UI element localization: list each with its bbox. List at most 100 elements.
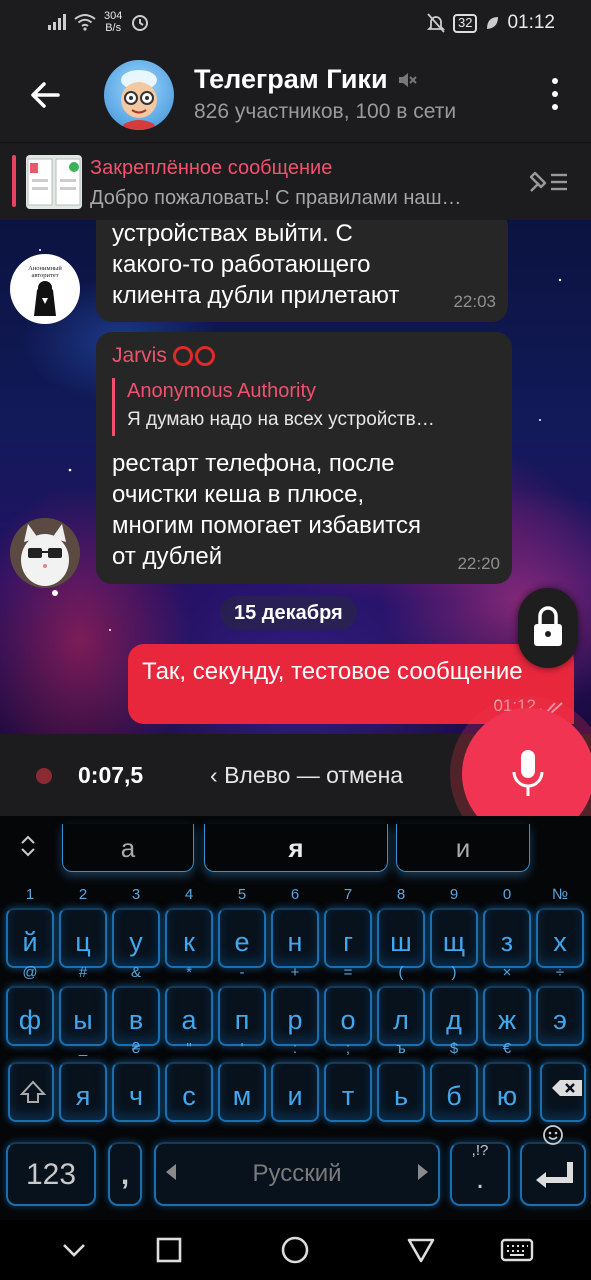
back-triangle-icon[interactable] [405, 1234, 437, 1266]
key-о[interactable]: = о [324, 964, 372, 1046]
key-й[interactable]: 1й [6, 886, 54, 968]
key-secondary-label: × [502, 964, 512, 981]
key-ы[interactable]: # ы [59, 964, 107, 1046]
slide-to-cancel[interactable]: ‹ Влево — отмена [210, 762, 403, 789]
pin-list-icon[interactable] [525, 167, 569, 197]
key-щ[interactable]: 9щ [430, 886, 478, 968]
avatar-caption: Анонимный [28, 265, 62, 272]
key-т[interactable]: ; т [324, 1040, 372, 1122]
key-secondary-label: 7 [343, 886, 353, 903]
net-speed-value: 304 [104, 10, 123, 22]
punct-hint: ,!? [471, 1142, 489, 1159]
message-2-sender[interactable]: Jarvis [112, 344, 215, 368]
chat-subtitle: 826 участников, 100 в сети [194, 100, 457, 123]
key-ю[interactable]: € ю [483, 1040, 531, 1122]
key-с[interactable]: " с [165, 1040, 213, 1122]
key-м[interactable]: ' м [218, 1040, 266, 1122]
key-ж[interactable]: × ж [483, 964, 531, 1046]
key-ц[interactable]: 2ц [59, 886, 107, 968]
suggestion-2[interactable]: я [204, 824, 388, 872]
key-secondary-label: ( [398, 964, 404, 981]
own-message-text: Так, секунду, тестовое сообщение [142, 658, 523, 685]
group-avatar[interactable] [104, 60, 174, 130]
message-bubble-1[interactable]: устройствах выйти. С какого-то работающе… [96, 220, 508, 322]
key-х[interactable]: № х [536, 886, 584, 968]
key-label: э [553, 1005, 567, 1035]
home-icon[interactable] [279, 1234, 311, 1266]
key-secondary-label: 2 [78, 886, 88, 903]
key-е[interactable]: 5е [218, 886, 266, 968]
comma-key-label: , [120, 1158, 130, 1191]
wifi-icon [74, 14, 96, 31]
net-speed-unit: B/s [105, 22, 122, 34]
recents-icon[interactable] [153, 1234, 185, 1266]
key-ч[interactable]: ₴ ч [112, 1040, 160, 1122]
key-а[interactable]: * а [165, 964, 213, 1046]
space-key[interactable]: Русский [154, 1142, 440, 1206]
key-secondary-label: ; [345, 1040, 351, 1057]
key-secondary-label: € [502, 1040, 512, 1057]
key-secondary-label: # [78, 964, 88, 981]
key-label: в [128, 1005, 144, 1035]
key-label: ц [75, 927, 91, 957]
key-ь[interactable]: ъь [377, 1040, 425, 1122]
key-label: щ [442, 927, 466, 957]
key-п[interactable]: -п [218, 964, 266, 1046]
cancel-hint-text: Влево — отмена [224, 762, 404, 788]
key-label: ы [73, 1005, 93, 1035]
sender-avatar-jarvis[interactable] [10, 518, 80, 588]
enter-key[interactable] [520, 1125, 586, 1206]
comma-key[interactable]: , [108, 1142, 142, 1206]
key-д[interactable]: ) д [430, 964, 478, 1046]
message-line: рестарт телефона, после [112, 450, 395, 477]
numbers-key-label: 123 [25, 1158, 77, 1191]
pinned-message-bar[interactable]: Закреплённое сообщение Добро пожаловать!… [0, 142, 591, 220]
key-и[interactable]: :и [271, 1040, 319, 1122]
key-з[interactable]: 0з [483, 886, 531, 968]
back-arrow-icon[interactable] [28, 78, 62, 112]
numbers-key[interactable]: 123 [6, 1142, 96, 1206]
status-right: 32 01:12 [426, 12, 555, 34]
status-left: 304 B/s [48, 10, 150, 34]
more-menu-icon[interactable] [551, 78, 559, 110]
key-secondary-label: * [186, 964, 192, 981]
chat-title[interactable]: Телеграм Гики [194, 64, 418, 95]
key-в[interactable]: & в [112, 964, 160, 1046]
backspace-key[interactable] [540, 1062, 586, 1122]
key-н[interactable]: 6н [271, 886, 319, 968]
key-ф[interactable]: @ ф [6, 964, 54, 1046]
enter-icon [536, 1162, 573, 1188]
sender-name: Jarvis [112, 344, 167, 367]
keyboard[interactable]: а я и 1 й 2 ц 3 у 4 к 5 е 6 н 7 г 8 ш 9 щ 0 з № х @ ф # ы & в * а - п + р… [0, 816, 591, 1220]
keyboard-switch-icon[interactable] [500, 1234, 534, 1266]
key-secondary-label: ) [451, 964, 457, 981]
message-bubble-2[interactable]: Jarvis Anonymous Authority Я думаю надо … [96, 332, 512, 584]
key-б[interactable]: $ б [430, 1040, 478, 1122]
key-э[interactable]: ÷ э [536, 964, 584, 1046]
chat-area[interactable]: устройствах выйти. С какого-то работающе… [0, 220, 591, 734]
key-label: ж [497, 1005, 517, 1035]
key-г[interactable]: 7г [324, 886, 372, 968]
reply-text: Я думаю надо на всех устройств… [127, 409, 435, 430]
key-ш[interactable]: 8ш [377, 886, 425, 968]
recording-lock-button[interactable] [518, 588, 578, 668]
leaf-icon [487, 17, 499, 29]
key-label: а [181, 1005, 197, 1035]
key-к[interactable]: 4к [165, 886, 213, 968]
key-я[interactable]: _ я [59, 1040, 107, 1122]
clock: 01:12 [507, 12, 555, 33]
hide-keyboard-icon[interactable] [58, 1234, 90, 1266]
chevron-left-icon: ‹ [210, 762, 225, 788]
key-л[interactable]: (л [377, 964, 425, 1046]
sender-avatar-anonymous[interactable]: Анонимный авторитет [10, 254, 80, 324]
expand-suggestions-icon[interactable] [18, 834, 38, 863]
key-у[interactable]: 3у [112, 886, 160, 968]
shift-key[interactable] [8, 1062, 54, 1122]
reply-quote[interactable]: Anonymous Authority Я думаю надо на всех… [112, 378, 502, 436]
key-secondary-label: @ [22, 964, 38, 981]
key-label: м [232, 1081, 252, 1111]
period-key[interactable]: ,!? . [450, 1142, 510, 1206]
suggestion-1[interactable]: а [62, 824, 194, 872]
suggestion-3[interactable]: и [396, 824, 530, 872]
key-р[interactable]: + р [271, 964, 319, 1046]
